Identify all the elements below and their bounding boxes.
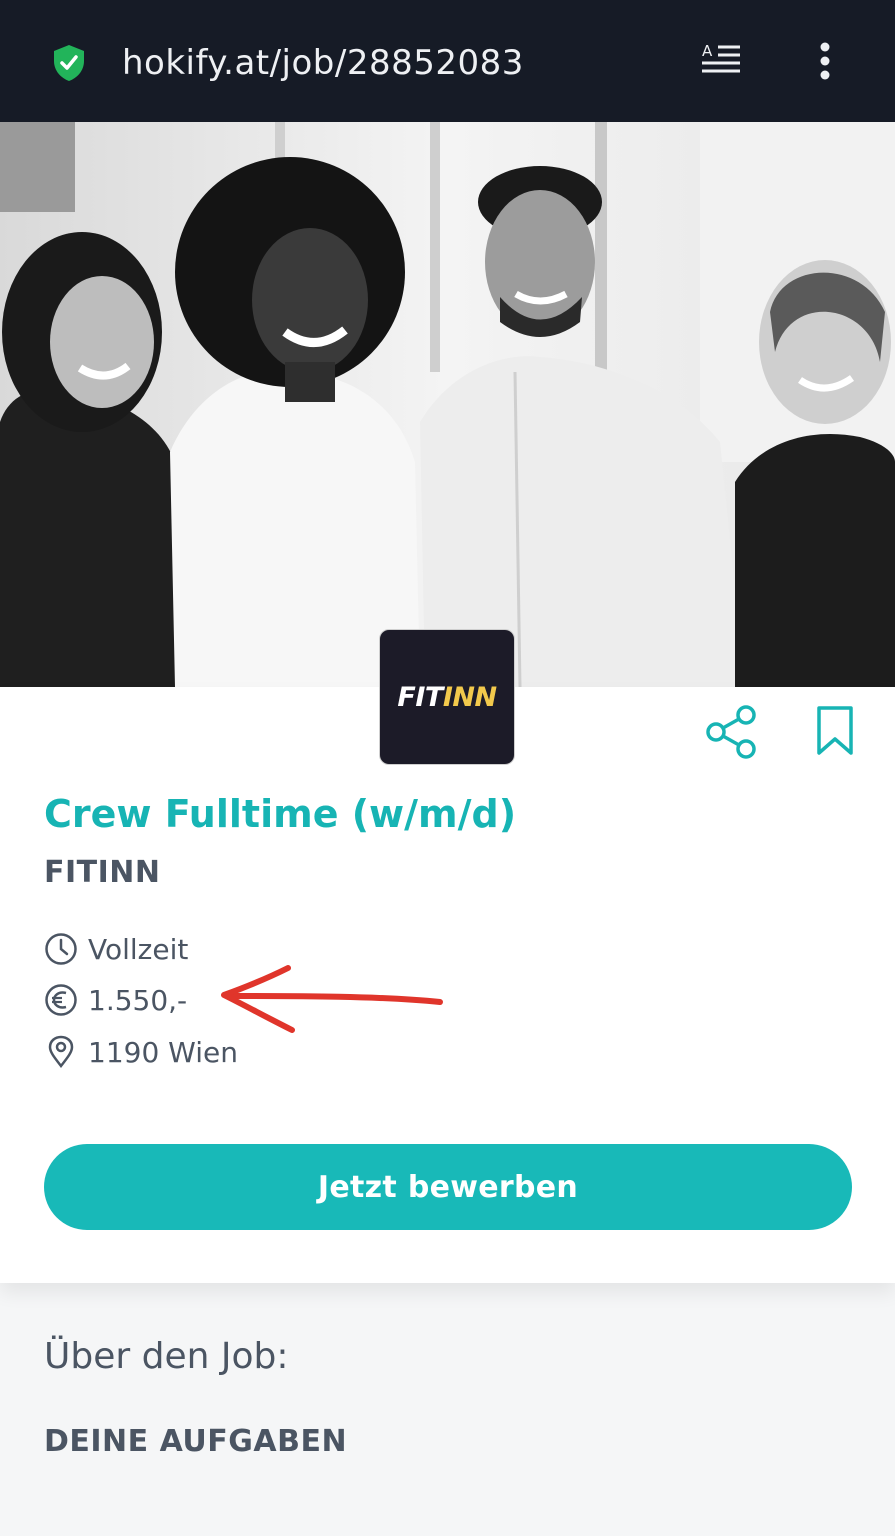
location-row: 1190 Wien	[44, 1032, 238, 1072]
url-bar[interactable]: hokify.at/job/28852083	[122, 40, 524, 86]
hero-photo-illustration	[0, 122, 895, 687]
reader-mode-icon[interactable]: A	[700, 42, 742, 80]
clock-icon	[45, 933, 77, 965]
company-logo: FIT INN	[379, 629, 515, 765]
location-pin-icon	[48, 1035, 74, 1069]
bookmark-icon[interactable]	[815, 705, 855, 757]
salary-row: 1.550,-	[44, 980, 187, 1020]
hero-team-photo	[0, 122, 895, 687]
company-logo-text-inn: INN	[442, 681, 497, 713]
job-type-text: Vollzeit	[88, 932, 189, 966]
company-name[interactable]: FITINN	[44, 855, 161, 890]
company-logo-text-fit: FIT	[397, 681, 443, 713]
location-text: 1190 Wien	[88, 1035, 238, 1069]
tasks-heading: DEINE AUFGABEN	[44, 1424, 348, 1459]
browser-toolbar: hokify.at/job/28852083 A	[0, 0, 895, 122]
more-vertical-icon[interactable]	[814, 42, 836, 80]
share-icon[interactable]	[704, 705, 758, 759]
salary-text: 1.550,-	[88, 983, 188, 1017]
svg-text:A: A	[702, 42, 713, 60]
annotation-arrow-icon	[221, 965, 443, 1033]
job-title: Crew Fulltime (w/m/d)	[44, 792, 517, 836]
about-job-heading: Über den Job:	[44, 1336, 289, 1377]
apply-button[interactable]: Jetzt bewerben	[44, 1144, 852, 1230]
job-type-row: Vollzeit	[44, 929, 188, 969]
euro-icon	[45, 984, 77, 1016]
shield-check-icon[interactable]	[52, 44, 86, 82]
